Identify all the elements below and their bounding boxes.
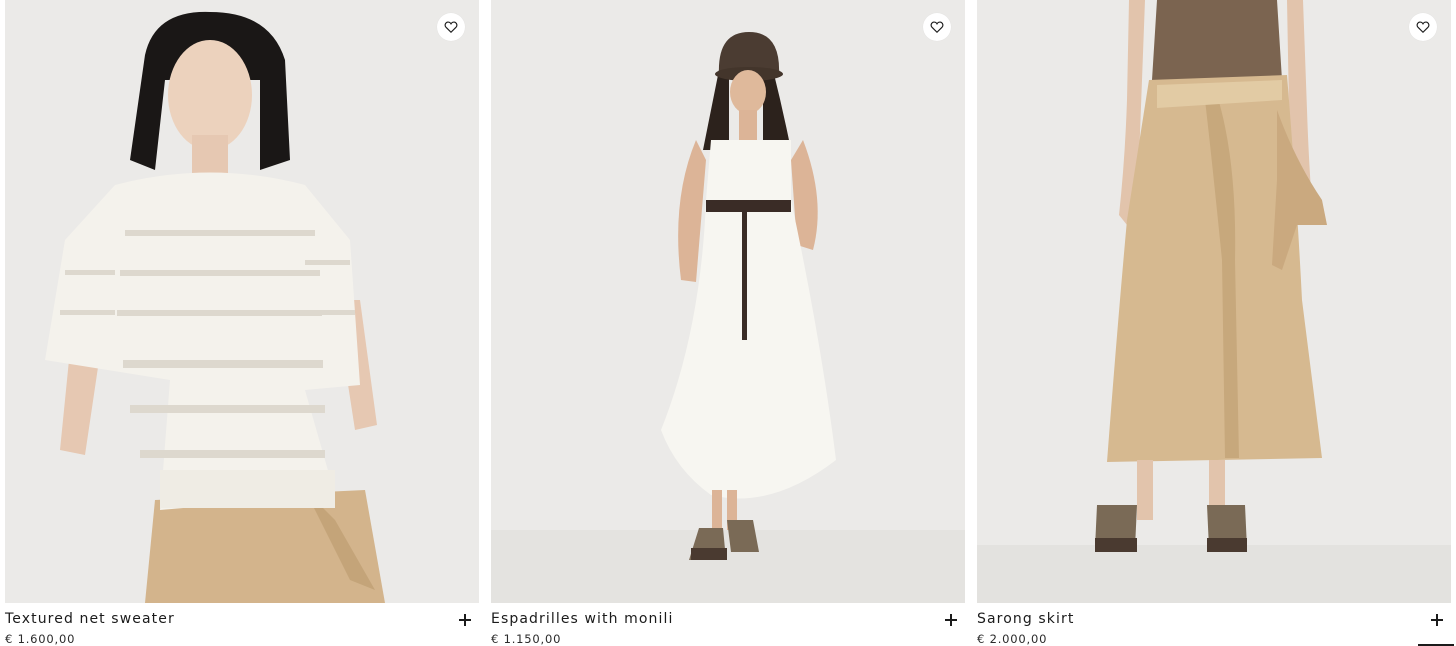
product-name[interactable]: Textured net sweater bbox=[5, 611, 175, 627]
wishlist-button[interactable] bbox=[437, 13, 465, 41]
product-price: € 1.600,00 bbox=[5, 632, 76, 646]
product-name[interactable]: Espadrilles with monili bbox=[491, 611, 673, 627]
wishlist-button[interactable] bbox=[923, 13, 951, 41]
heart-icon bbox=[444, 21, 458, 34]
product-image[interactable] bbox=[5, 0, 479, 603]
plus-icon[interactable] bbox=[457, 612, 473, 628]
product-price: € 2.000,00 bbox=[977, 632, 1048, 646]
wishlist-button[interactable] bbox=[1409, 13, 1437, 41]
dress-model-illustration bbox=[491, 0, 965, 603]
product-image[interactable] bbox=[491, 0, 965, 603]
product-name[interactable]: Sarong skirt bbox=[977, 611, 1074, 627]
product-card[interactable]: Textured net sweater € 1.600,00 bbox=[5, 0, 479, 646]
product-card[interactable]: Sarong skirt € 2.000,00 bbox=[977, 0, 1451, 646]
product-price: € 1.150,00 bbox=[491, 632, 562, 646]
product-card[interactable]: Espadrilles with monili € 1.150,00 bbox=[491, 0, 965, 646]
sweater-model-illustration bbox=[5, 0, 479, 603]
product-image[interactable] bbox=[977, 0, 1451, 603]
skirt-model-illustration bbox=[977, 0, 1451, 603]
heart-icon bbox=[930, 21, 944, 34]
heart-icon bbox=[1416, 21, 1430, 34]
plus-icon[interactable] bbox=[943, 612, 959, 628]
product-grid: Textured net sweater € 1.600,00 Espadril… bbox=[0, 0, 1456, 646]
plus-icon[interactable] bbox=[1429, 612, 1445, 628]
